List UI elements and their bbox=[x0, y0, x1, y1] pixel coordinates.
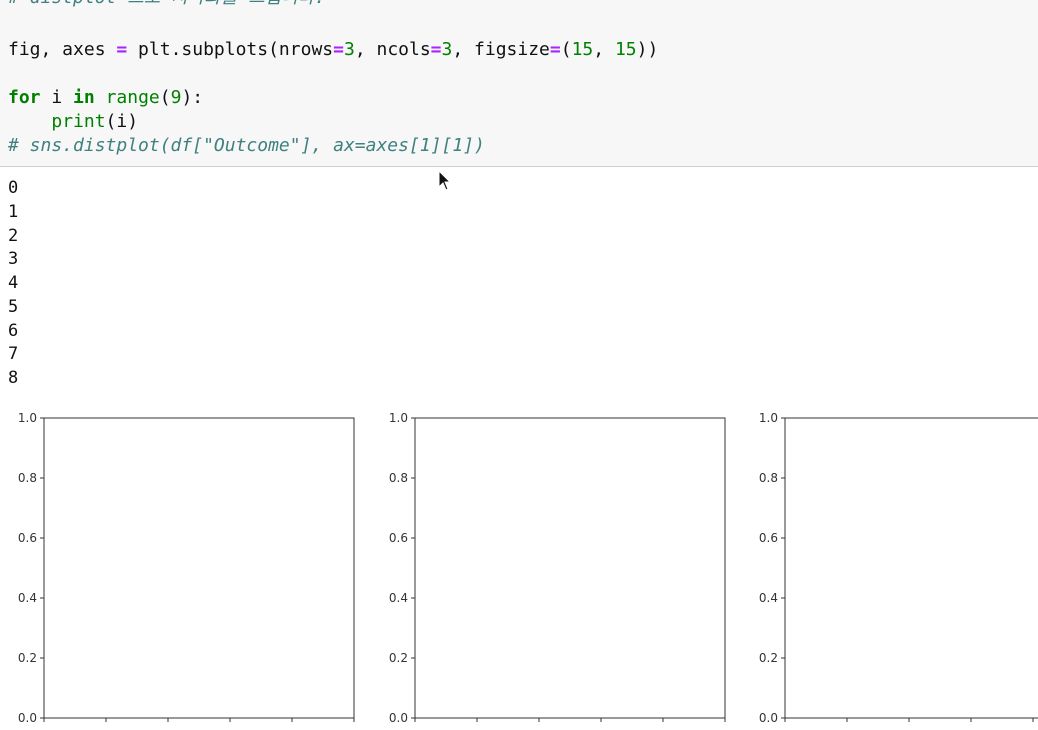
code-token: # distplot 으로 시각화를 그립니다. bbox=[8, 0, 325, 8]
code-line: # sns.distplot(df["Outcome"], ax=axes[1]… bbox=[8, 134, 485, 158]
code-line: # distplot 으로 시각화를 그립니다. bbox=[8, 0, 325, 10]
y-tick-label: 0.8 bbox=[759, 471, 778, 485]
code-token: # sns.distplot(df["Outcome"], ax=axes[1]… bbox=[8, 135, 485, 156]
y-tick-label: 0.6 bbox=[18, 531, 37, 545]
y-tick-label: 1.0 bbox=[389, 411, 408, 425]
y-tick-label: 0.4 bbox=[18, 591, 37, 605]
code-token: 15 bbox=[571, 39, 594, 60]
code-token: plt.subplots(nrows bbox=[127, 39, 334, 60]
code-token: 3 bbox=[343, 39, 355, 60]
code-token: 3 bbox=[441, 39, 453, 60]
code-token: = bbox=[116, 39, 128, 60]
code-token: 15 bbox=[614, 39, 637, 60]
y-tick-label: 0.2 bbox=[18, 651, 37, 665]
y-tick-label: 0.2 bbox=[759, 651, 778, 665]
mouse-pointer-icon bbox=[438, 169, 452, 196]
y-tick-label: 1.0 bbox=[18, 411, 37, 425]
y-tick-label: 0.8 bbox=[389, 471, 408, 485]
code-line: print(i) bbox=[8, 110, 138, 134]
code-cell[interactable]: # distplot 으로 시각화를 그립니다. fig, axes = plt.… bbox=[0, 0, 1038, 167]
code-token: , figsize bbox=[452, 39, 550, 60]
output-line: 7 bbox=[8, 344, 19, 365]
output-line: 0 bbox=[8, 178, 19, 198]
code-token: = bbox=[333, 39, 344, 60]
y-tick-label: 1.0 bbox=[759, 411, 778, 425]
subplot-axes: 0.0 0.2 0.4 0.6 0.8 1.0 bbox=[759, 411, 1038, 725]
subplot-axes: 0.0 0.2 0.4 0.6 0.8 1.0 bbox=[18, 411, 355, 725]
y-tick-label: 0.0 bbox=[389, 711, 408, 725]
code-token: print bbox=[51, 111, 106, 132]
code-token: in bbox=[73, 87, 95, 108]
code-token: , bbox=[593, 39, 615, 60]
y-tick-label: 0.0 bbox=[759, 711, 778, 725]
axes-frame bbox=[414, 417, 726, 719]
output-line: 6 bbox=[8, 320, 19, 341]
code-token: ( bbox=[560, 39, 572, 60]
figure-area: 0.0 0.2 0.4 0.6 0.8 1.0 0.0 0.2 0.4 0.6 0.8 1.0 0.0 0… bbox=[0, 400, 1038, 730]
code-token: = bbox=[430, 39, 442, 60]
y-tick-label: 0.0 bbox=[18, 711, 37, 725]
output-line: 3 bbox=[8, 249, 19, 270]
axes-frame bbox=[784, 417, 1038, 719]
code-token: 9 bbox=[170, 87, 182, 108]
code-token: fig, axes bbox=[8, 39, 117, 60]
y-tick-label: 0.2 bbox=[389, 651, 408, 665]
code-token: , ncols bbox=[354, 39, 431, 60]
code-token: i bbox=[40, 87, 74, 108]
code-token: range bbox=[105, 87, 160, 108]
output-line: 2 bbox=[8, 225, 19, 246]
output-line: 8 bbox=[8, 368, 19, 388]
code-token: )) bbox=[636, 39, 659, 60]
code-token: ): bbox=[181, 87, 204, 108]
output-line: 1 bbox=[8, 201, 19, 222]
code-line: fig, axes = plt.subplots(nrows=3, ncols=… bbox=[8, 38, 658, 62]
code-token: = bbox=[549, 39, 561, 60]
axes-frame bbox=[43, 417, 355, 719]
code-token: for bbox=[8, 87, 41, 108]
y-tick-label: 0.4 bbox=[759, 591, 778, 605]
y-tick-label: 0.6 bbox=[389, 531, 408, 545]
subplot-axes: 0.0 0.2 0.4 0.6 0.8 1.0 bbox=[389, 411, 726, 725]
y-tick-label: 0.4 bbox=[389, 591, 408, 605]
code-token: (i) bbox=[105, 111, 139, 132]
output-line: 4 bbox=[8, 273, 19, 293]
output-line: 5 bbox=[8, 296, 19, 317]
subplots-figure: 0.00.20.40.60.81.00.00.20.40.60.81.00.00… bbox=[18, 411, 1038, 725]
code-token: ( bbox=[159, 87, 171, 108]
y-tick-label: 0.8 bbox=[18, 471, 37, 485]
code-line: for i in range(9): bbox=[8, 86, 203, 110]
y-tick-label: 0.6 bbox=[759, 531, 778, 545]
